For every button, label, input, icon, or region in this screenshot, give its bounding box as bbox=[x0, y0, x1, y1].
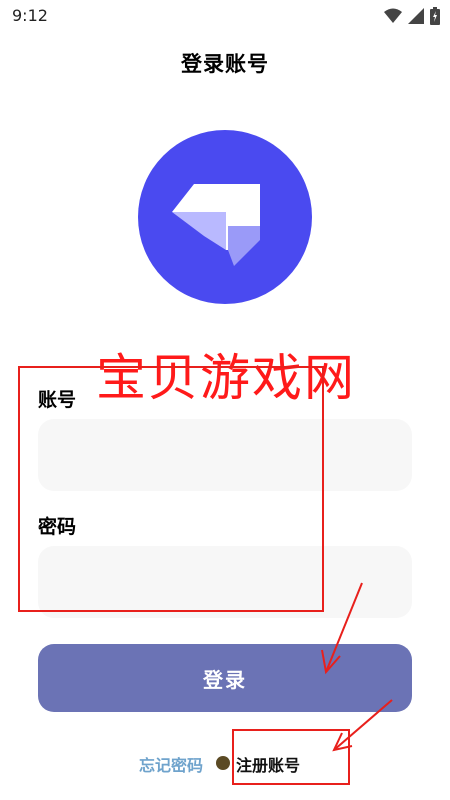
app-logo-icon bbox=[138, 130, 312, 304]
signal-icon bbox=[408, 8, 424, 24]
separator-dot bbox=[216, 756, 230, 770]
battery-icon bbox=[430, 7, 440, 25]
status-icons bbox=[384, 7, 440, 25]
page-title: 登录账号 bbox=[181, 52, 269, 76]
status-bar: 9:12 bbox=[0, 0, 450, 34]
login-button[interactable]: 登录 bbox=[38, 644, 412, 712]
wifi-icon bbox=[384, 8, 402, 23]
annotation-box-form bbox=[18, 366, 324, 612]
bottom-links: 忘记密码 注册账号 bbox=[0, 752, 450, 776]
status-time: 9:12 bbox=[12, 6, 48, 25]
annotation-box-register bbox=[232, 729, 350, 785]
forgot-password-link[interactable]: 忘记密码 bbox=[139, 752, 203, 776]
app-logo bbox=[138, 130, 312, 304]
